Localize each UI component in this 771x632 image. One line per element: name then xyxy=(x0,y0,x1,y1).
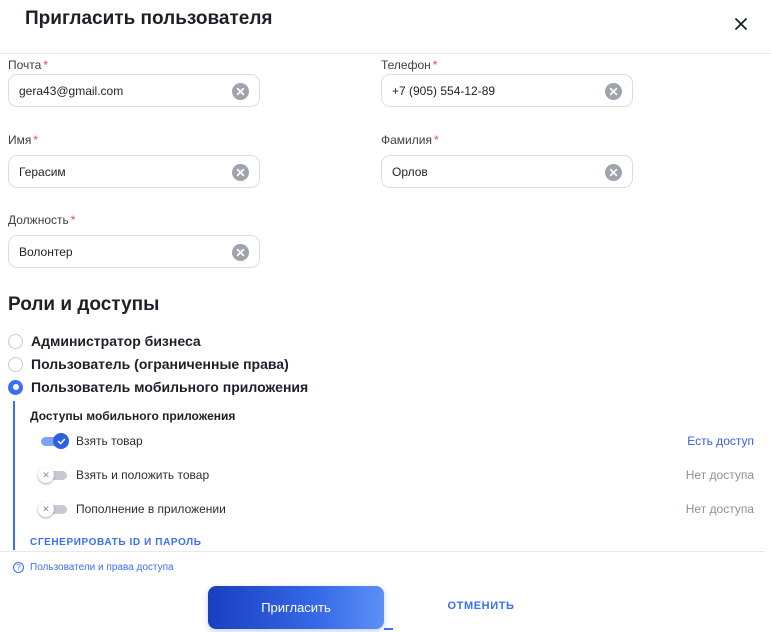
permission-toggle[interactable]: ✕ xyxy=(38,501,68,517)
permission-row-take-item: Взять товар Есть доступ xyxy=(38,431,754,451)
clear-icon[interactable] xyxy=(605,164,622,181)
permission-status: Нет доступа xyxy=(685,502,754,516)
permission-toggle[interactable] xyxy=(38,433,69,449)
access-section-accent xyxy=(13,401,15,550)
email-label: Почта * xyxy=(8,58,48,72)
last-name-label: Фамилия * xyxy=(381,133,439,147)
last-name-field[interactable]: Орлов xyxy=(381,155,633,188)
check-icon xyxy=(53,433,69,449)
first-name-value[interactable]: Герасим xyxy=(19,165,259,179)
radio-button-checked[interactable] xyxy=(8,379,23,395)
position-value[interactable]: Волонтер xyxy=(19,245,259,259)
role-option-business-admin[interactable]: Администратор бизнеса xyxy=(8,333,201,349)
mobile-access-title: Доступы мобильного приложения xyxy=(30,409,236,423)
users-rights-help-link[interactable]: ? Пользователи и права доступа xyxy=(13,562,174,573)
position-label: Должность * xyxy=(8,213,76,227)
invite-button[interactable]: Пригласить xyxy=(208,586,384,629)
permission-status[interactable]: Есть доступ xyxy=(687,434,754,448)
header-divider xyxy=(0,53,771,54)
clear-icon[interactable] xyxy=(232,164,249,181)
first-name-field[interactable]: Герасим xyxy=(8,155,260,188)
permission-label: Пополнение в приложении xyxy=(76,502,226,516)
role-label: Пользователь (ограниченные права) xyxy=(31,356,289,372)
role-label: Пользователь мобильного приложения xyxy=(31,379,309,395)
position-field[interactable]: Волонтер xyxy=(8,235,260,268)
cancel-button[interactable]: ОТМЕНИТЬ xyxy=(432,600,530,612)
role-label: Администратор бизнеса xyxy=(31,333,201,349)
permission-toggle[interactable]: ✕ xyxy=(38,467,68,483)
first-name-label: Имя * xyxy=(8,133,39,147)
close-button[interactable] xyxy=(729,12,753,36)
dialog-title: Пригласить пользователя xyxy=(25,8,273,29)
radio-button[interactable] xyxy=(8,333,23,349)
required-mark: * xyxy=(432,58,438,72)
role-option-limited-user[interactable]: Пользователь (ограниченные права) xyxy=(8,356,289,372)
x-icon: ✕ xyxy=(38,467,54,483)
question-icon: ? xyxy=(13,562,24,573)
permission-label: Взять товар xyxy=(76,434,143,448)
phone-field[interactable]: +7 (905) 554-12-89 xyxy=(381,74,633,107)
radio-button[interactable] xyxy=(8,356,23,372)
generate-id-password-link[interactable]: СГЕНЕРИРОВАТЬ ID И ПАРОЛЬ xyxy=(30,537,202,548)
x-icon: ✕ xyxy=(38,501,54,517)
clear-icon[interactable] xyxy=(232,83,249,100)
required-mark: * xyxy=(43,58,48,72)
email-field[interactable]: gera43@gmail.com xyxy=(8,74,260,107)
footer-divider xyxy=(0,551,765,552)
focus-indicator xyxy=(384,628,393,630)
email-value[interactable]: gera43@gmail.com xyxy=(19,84,259,98)
phone-label: Телефон * xyxy=(381,58,438,72)
permission-row-topup-in-app: ✕ Пополнение в приложении Нет доступа xyxy=(38,499,754,519)
required-mark: * xyxy=(70,213,76,227)
clear-icon[interactable] xyxy=(605,83,622,100)
permission-label: Взять и положить товар xyxy=(76,468,210,482)
close-icon[interactable] xyxy=(729,12,753,36)
required-mark: * xyxy=(433,133,439,147)
role-option-mobile-user[interactable]: Пользователь мобильного приложения xyxy=(8,379,308,395)
phone-value[interactable]: +7 (905) 554-12-89 xyxy=(392,84,632,98)
permission-row-take-and-put-item: ✕ Взять и положить товар Нет доступа xyxy=(38,465,754,485)
last-name-value[interactable]: Орлов xyxy=(392,165,632,179)
invite-user-dialog: Пригласить пользователя Почта * gera43@gm… xyxy=(0,0,771,632)
required-mark: * xyxy=(33,133,39,147)
permission-status: Нет доступа xyxy=(685,468,754,482)
help-link-label[interactable]: Пользователи и права доступа xyxy=(30,562,174,573)
roles-title: Роли и доступы xyxy=(8,294,160,315)
clear-icon[interactable] xyxy=(232,244,249,261)
